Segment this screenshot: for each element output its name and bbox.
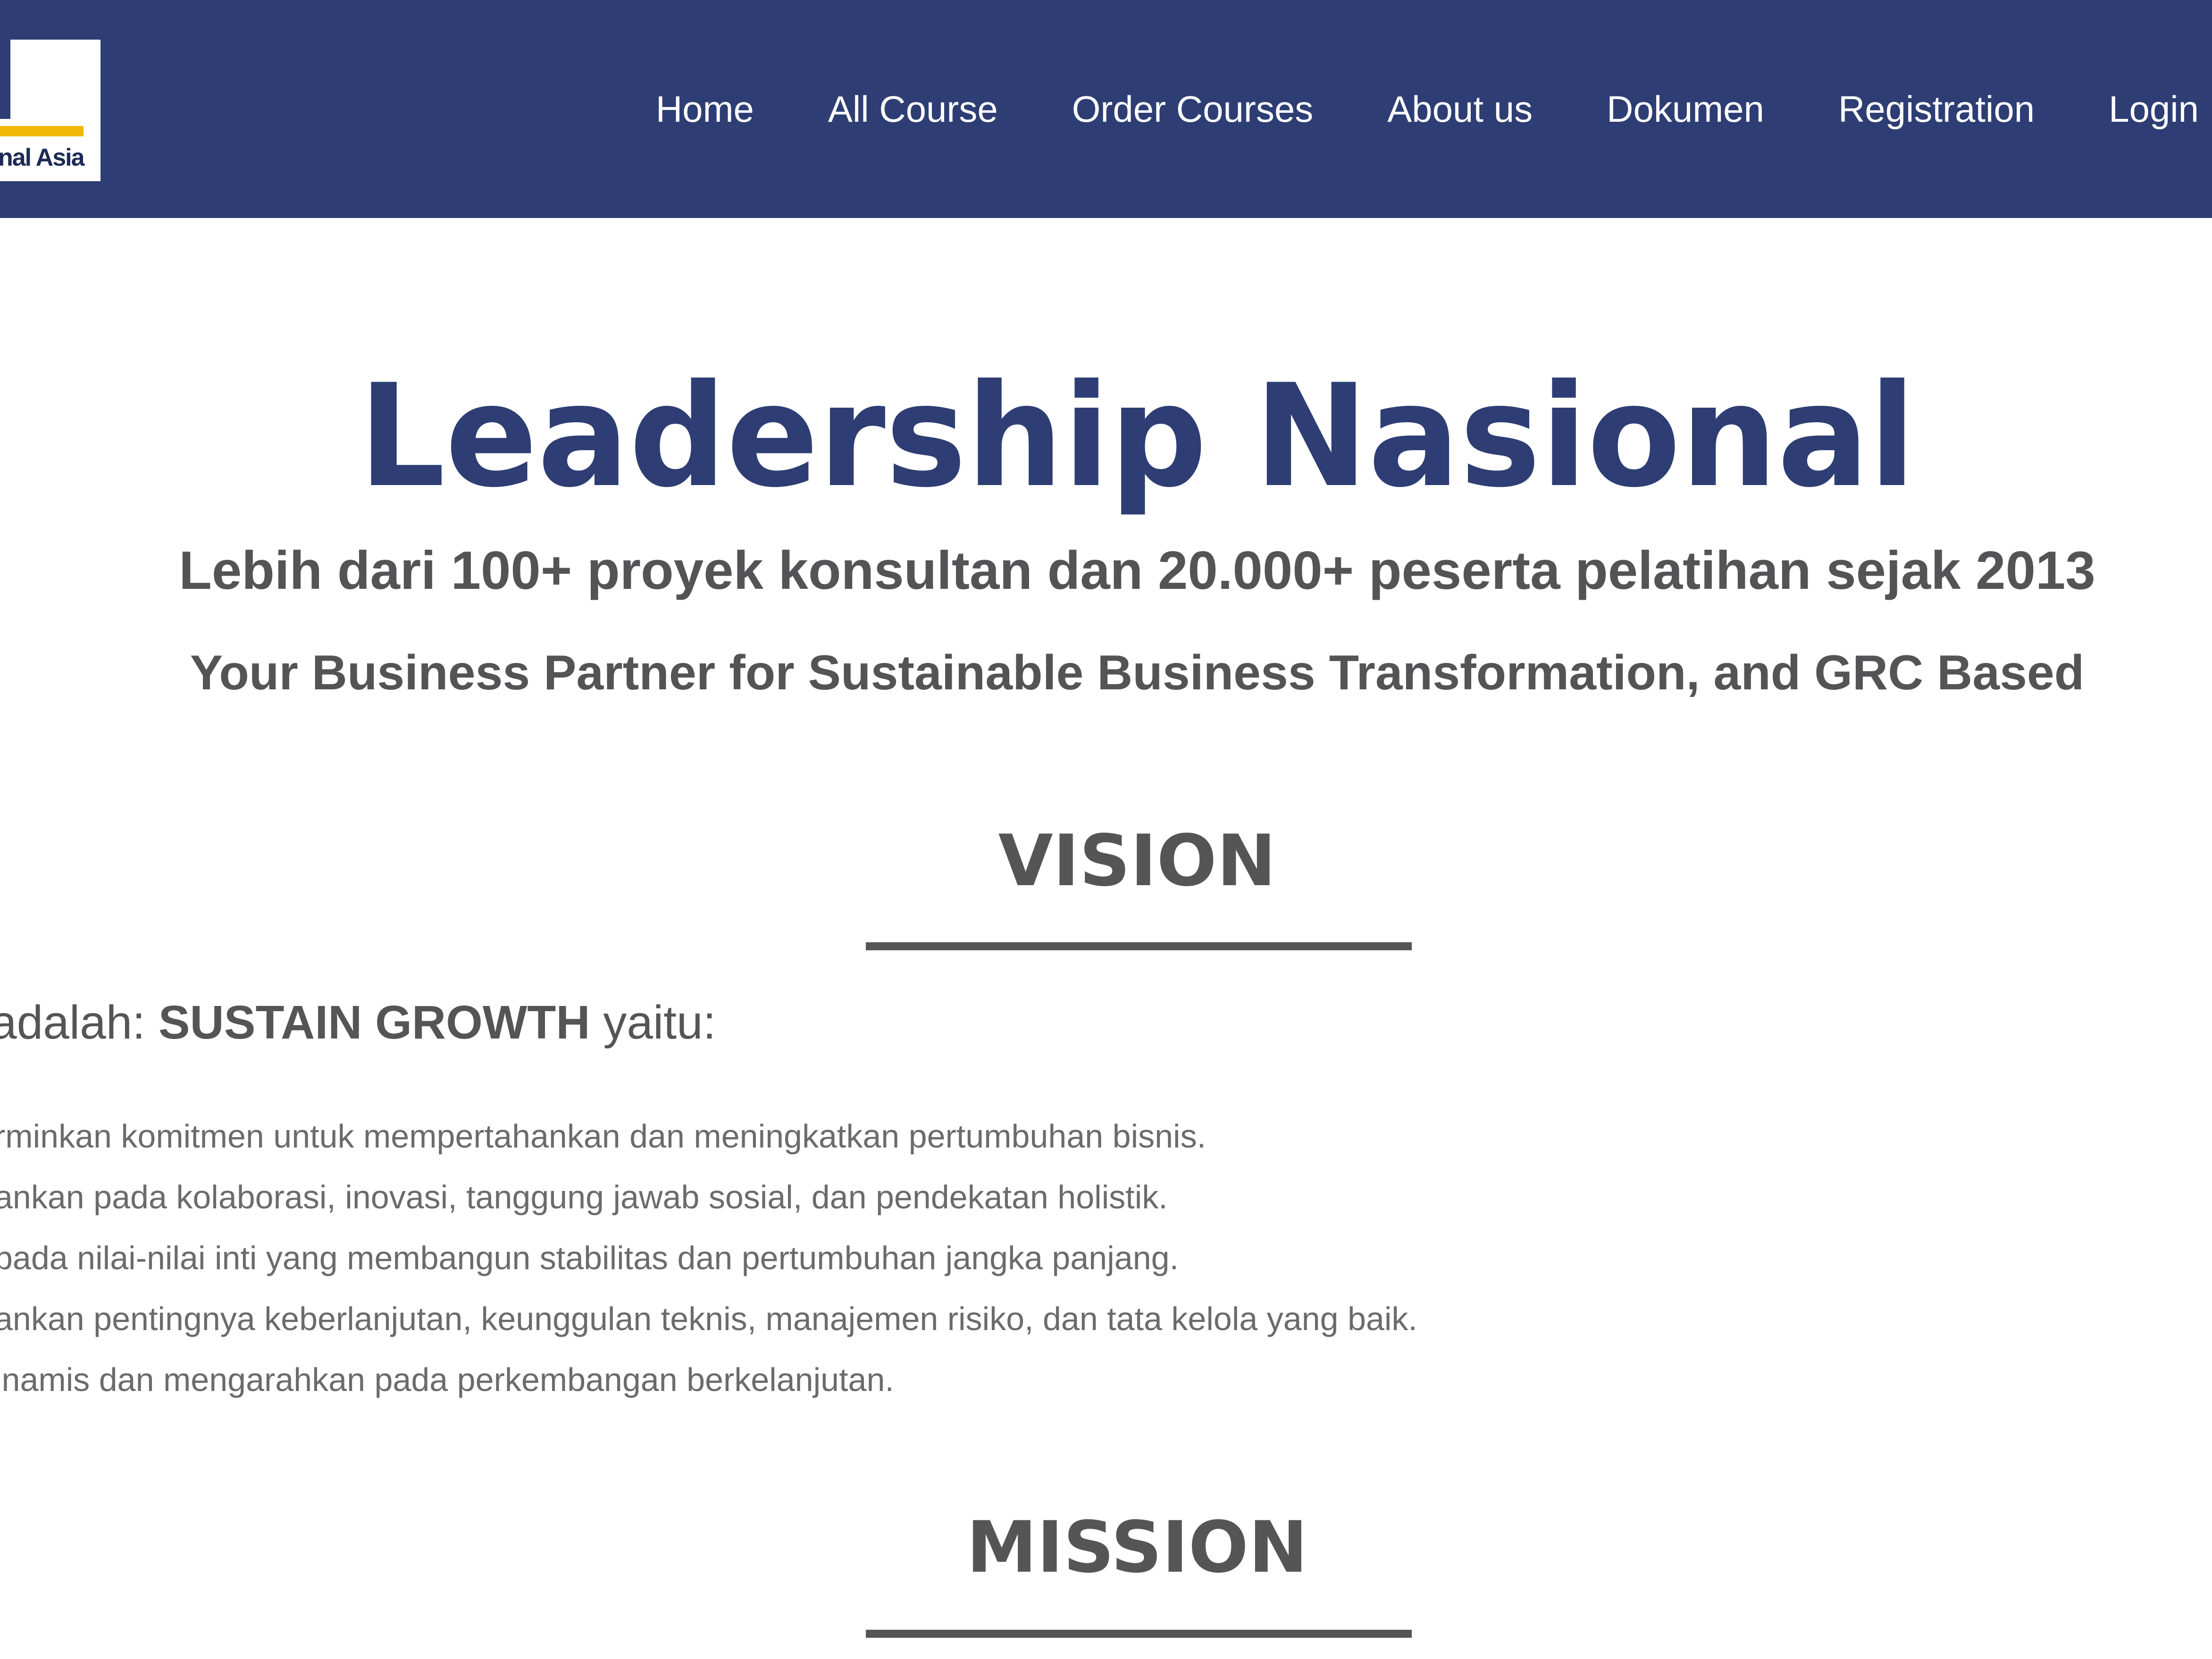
hero-title-text: Leadership Nasional bbox=[359, 354, 1916, 519]
vision-list-item: ankan pada kolaborasi, inovasi, tanggung… bbox=[0, 1179, 1168, 1215]
vision-divider bbox=[866, 942, 1412, 950]
vision-list-item: pada nilai-nilai inti yang membangun sta… bbox=[0, 1240, 1179, 1276]
nav-login[interactable]: Login bbox=[2109, 88, 2199, 130]
vision-intro: adalah: SUSTAIN GROWTH yaitu: bbox=[0, 994, 716, 1051]
nav-about-us[interactable]: About us bbox=[1387, 88, 1533, 130]
mission-heading: MISSION bbox=[966, 1507, 1308, 1589]
site-header: nal Asia Home All Course Order Courses A… bbox=[0, 0, 2212, 218]
vision-heading: VISION bbox=[998, 820, 1276, 902]
logo-stripe bbox=[0, 126, 84, 136]
logo-mark-icon bbox=[0, 40, 10, 119]
company-logo[interactable]: nal Asia bbox=[0, 40, 101, 181]
nav-all-course[interactable]: All Course bbox=[828, 88, 998, 130]
vision-list: rminkan komitmen untuk mempertahankan da… bbox=[0, 1106, 1417, 1410]
logo-text: nal Asia bbox=[0, 144, 84, 171]
nav-home[interactable]: Home bbox=[656, 88, 754, 130]
hero-subtitle: Lebih dari 100+ proyek konsultan dan 20.… bbox=[179, 541, 2095, 601]
nav-registration[interactable]: Registration bbox=[1838, 88, 2035, 130]
hero-tagline: Your Business Partner for Sustainable Bu… bbox=[190, 645, 2085, 700]
vision-list-item: rminkan komitmen untuk mempertahankan da… bbox=[0, 1118, 1207, 1155]
nav-dokumen[interactable]: Dokumen bbox=[1607, 88, 1764, 130]
vision-list-item: ankan pentingnya keberlanjutan, keunggul… bbox=[0, 1300, 1417, 1337]
hero-title: Leadership Nasional bbox=[45, 356, 2169, 517]
nav-order-courses[interactable]: Order Courses bbox=[1072, 88, 1314, 130]
vision-list-item: inamis dan mengarahkan pada perkembangan… bbox=[0, 1361, 894, 1398]
vision-intro-suffix: yaitu: bbox=[590, 996, 716, 1049]
vision-intro-prefix: adalah: bbox=[0, 996, 159, 1049]
mission-divider bbox=[866, 1630, 1412, 1638]
main-nav: Home All Course Order Courses About us D… bbox=[656, 0, 2199, 218]
vision-intro-bold: SUSTAIN GROWTH bbox=[158, 996, 590, 1049]
